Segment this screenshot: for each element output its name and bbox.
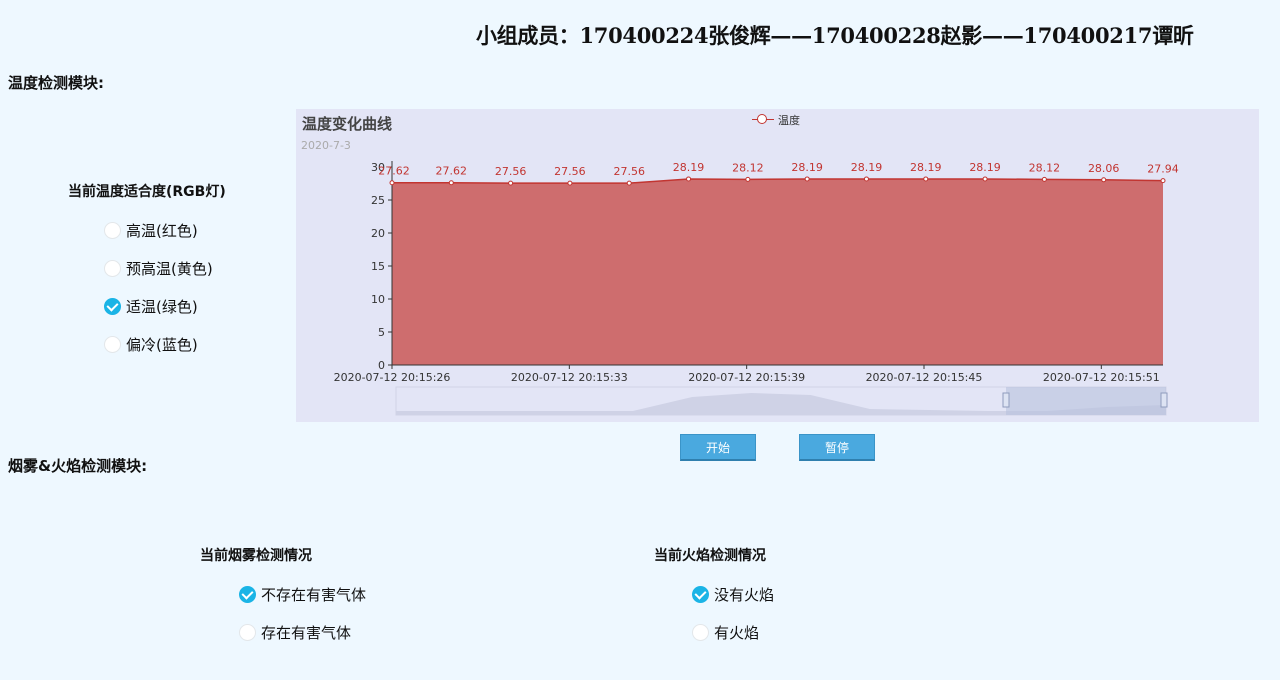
legend-label: 温度 [778, 114, 800, 127]
x-tick-label: 2020-07-12 20:15:51 [1043, 371, 1160, 384]
data-point [567, 180, 573, 186]
data-point [686, 176, 692, 182]
data-label: 27.56 [554, 165, 586, 178]
radio-indicator[interactable] [104, 336, 121, 353]
fire-status-title: 当前火焰检测情况 [654, 548, 766, 564]
data-label: 28.19 [673, 161, 705, 174]
radio-pre-high-temp[interactable]: 预高温(黄色) [104, 258, 213, 279]
page-title: 小组成员：170400224张俊辉——170400228赵影——17040021… [476, 23, 1194, 48]
x-tick-label: 2020-07-12 20:15:26 [334, 371, 451, 384]
temperature-chart[interactable]: 0 5 10 15 20 25 30 2020-07-12 20:15:26 2020-07-1… [296, 109, 1259, 422]
data-label: 28.06 [1088, 162, 1120, 175]
data-label: 27.94 [1147, 163, 1179, 176]
radio-indicator[interactable] [239, 624, 256, 641]
radio-indicator[interactable] [104, 222, 121, 239]
data-label: 28.12 [1029, 161, 1061, 174]
data-label: 27.56 [613, 165, 645, 178]
pause-button[interactable]: 暂停 [799, 434, 875, 461]
data-point [448, 180, 454, 186]
smoke-fire-section-title: 烟雾&火焰检测模块: [8, 457, 148, 475]
start-button[interactable]: 开始 [680, 434, 756, 461]
data-label: 28.12 [732, 161, 764, 174]
data-point [863, 176, 869, 182]
radio-indicator[interactable] [692, 624, 709, 641]
y-tick-label: 10 [371, 293, 385, 306]
data-label: 27.62 [378, 165, 410, 178]
chart-title: 温度变化曲线 [302, 115, 393, 133]
data-point [982, 176, 988, 182]
x-tick-label: 2020-07-12 20:15:33 [511, 371, 628, 384]
radio-suitable-temp[interactable]: 适温(绿色) [104, 296, 198, 317]
data-label: 27.56 [495, 165, 526, 178]
data-point [804, 176, 810, 182]
radio-fire[interactable]: 有火焰 [692, 622, 759, 643]
zoom-handle-right [1160, 392, 1168, 408]
data-point [1101, 177, 1107, 183]
y-tick-label: 20 [371, 227, 385, 240]
y-tick-label: 15 [371, 260, 385, 273]
data-point [508, 180, 514, 186]
temperature-section-title: 温度检测模块: [8, 74, 104, 92]
radio-harmful-gas[interactable]: 存在有害气体 [239, 622, 351, 643]
temperature-area [392, 178, 1163, 365]
data-point [389, 180, 395, 186]
data-label: 28.19 [851, 161, 883, 174]
x-tick-label: 2020-07-12 20:15:39 [688, 371, 805, 384]
data-label: 28.19 [910, 161, 942, 174]
data-point [1160, 178, 1166, 184]
radio-high-temp[interactable]: 高温(红色) [104, 220, 198, 241]
radio-indicator[interactable] [239, 586, 256, 603]
radio-cold-temp[interactable]: 偏冷(蓝色) [104, 334, 198, 355]
radio-label: 预高温(黄色) [126, 260, 213, 278]
radio-label: 有火焰 [714, 624, 760, 642]
y-tick-label: 25 [371, 194, 385, 207]
radio-indicator[interactable] [104, 298, 121, 315]
radio-label: 偏冷(蓝色) [126, 336, 198, 354]
radio-indicator[interactable] [692, 586, 709, 603]
data-point [923, 176, 929, 182]
radio-label: 高温(红色) [126, 222, 198, 240]
data-label: 27.62 [436, 165, 468, 178]
zoom-window [1006, 387, 1166, 415]
chart-canvas: 0510152025302020-07-12 20:15:26 2020-07-1… [334, 161, 1179, 416]
smoke-status-title: 当前烟雾检测情况 [200, 548, 312, 564]
rgb-status-title: 当前温度适合度(RGB灯) [68, 184, 226, 200]
zoom-handle-left [1002, 392, 1010, 408]
radio-indicator[interactable] [104, 260, 121, 277]
y-tick-label: 5 [378, 326, 385, 339]
radio-label: 存在有害气体 [261, 624, 352, 642]
radio-label: 不存在有害气体 [261, 586, 367, 604]
legend-line-circle-icon [752, 114, 774, 126]
x-tick-label: 2020-07-12 20:15:45 [866, 371, 983, 384]
radio-label: 适温(绿色) [126, 298, 198, 316]
data-point [745, 176, 751, 182]
chart-legend[interactable]: 温度 [752, 112, 800, 128]
radio-no-fire[interactable]: 没有火焰 [692, 584, 774, 605]
data-point [626, 180, 632, 186]
radio-no-harmful-gas[interactable]: 不存在有害气体 [239, 584, 366, 605]
chart-subtitle: 2020-7-3 [301, 139, 351, 152]
data-label: 28.19 [791, 161, 823, 174]
data-label: 28.19 [969, 161, 1001, 174]
data-point [1041, 176, 1047, 182]
radio-label: 没有火焰 [714, 586, 775, 604]
